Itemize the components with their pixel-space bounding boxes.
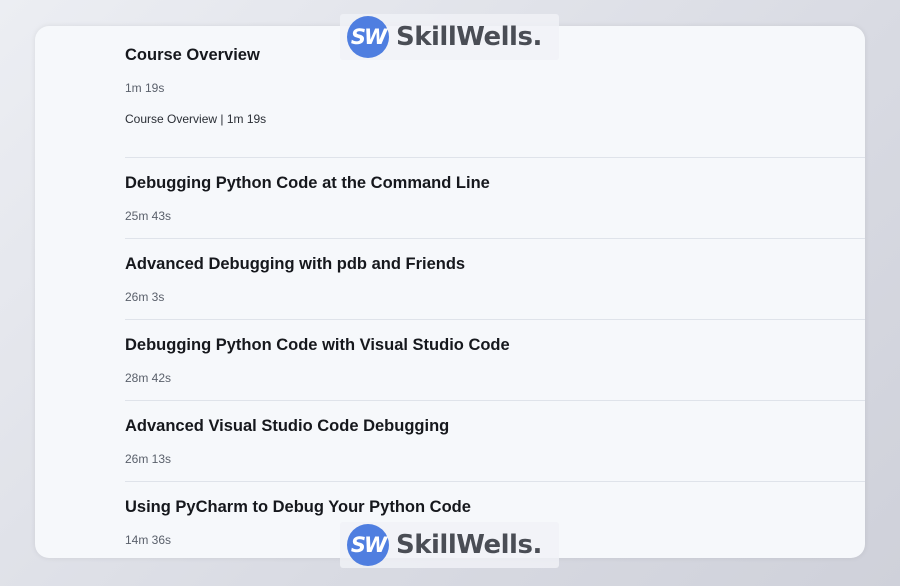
watermark-bottom: SW SkillWells. bbox=[340, 522, 559, 568]
module-pdb[interactable]: Advanced Debugging with pdb and Friends … bbox=[125, 253, 865, 313]
module-title[interactable]: Advanced Visual Studio Code Debugging bbox=[125, 417, 449, 436]
module-duration: 14m 36s bbox=[125, 533, 172, 547]
module-title[interactable]: Debugging Python Code with Visual Studio… bbox=[125, 336, 510, 355]
module-command-line[interactable]: Debugging Python Code at the Command Lin… bbox=[125, 172, 865, 232]
clip-item[interactable]: Course Overview | 1m 19s bbox=[125, 112, 266, 126]
watermark-brand-text: SkillWells. bbox=[396, 22, 542, 52]
divider bbox=[125, 481, 865, 482]
course-content-card: Course Overview 1m 19s Course Overview |… bbox=[35, 26, 865, 558]
divider bbox=[125, 238, 865, 239]
watermark-brand-text: SkillWells. bbox=[396, 530, 542, 560]
skillwells-logo-icon: SW bbox=[347, 524, 389, 566]
divider bbox=[125, 319, 865, 320]
module-advanced-vscode[interactable]: Advanced Visual Studio Code Debugging 26… bbox=[125, 415, 865, 475]
module-duration: 26m 3s bbox=[125, 290, 165, 304]
module-title[interactable]: Advanced Debugging with pdb and Friends bbox=[125, 255, 465, 274]
module-duration: 28m 42s bbox=[125, 371, 172, 385]
module-duration: 25m 43s bbox=[125, 209, 172, 223]
skillwells-logo-icon: SW bbox=[347, 16, 389, 58]
module-title[interactable]: Debugging Python Code at the Command Lin… bbox=[125, 174, 490, 193]
module-title[interactable]: Using PyCharm to Debug Your Python Code bbox=[125, 498, 471, 517]
module-title[interactable]: Course Overview bbox=[125, 46, 260, 65]
module-duration: 26m 13s bbox=[125, 452, 172, 466]
divider bbox=[125, 157, 865, 158]
watermark-top: SW SkillWells. bbox=[340, 14, 559, 60]
module-vscode[interactable]: Debugging Python Code with Visual Studio… bbox=[125, 334, 865, 394]
divider bbox=[125, 400, 865, 401]
module-duration: 1m 19s bbox=[125, 81, 165, 95]
